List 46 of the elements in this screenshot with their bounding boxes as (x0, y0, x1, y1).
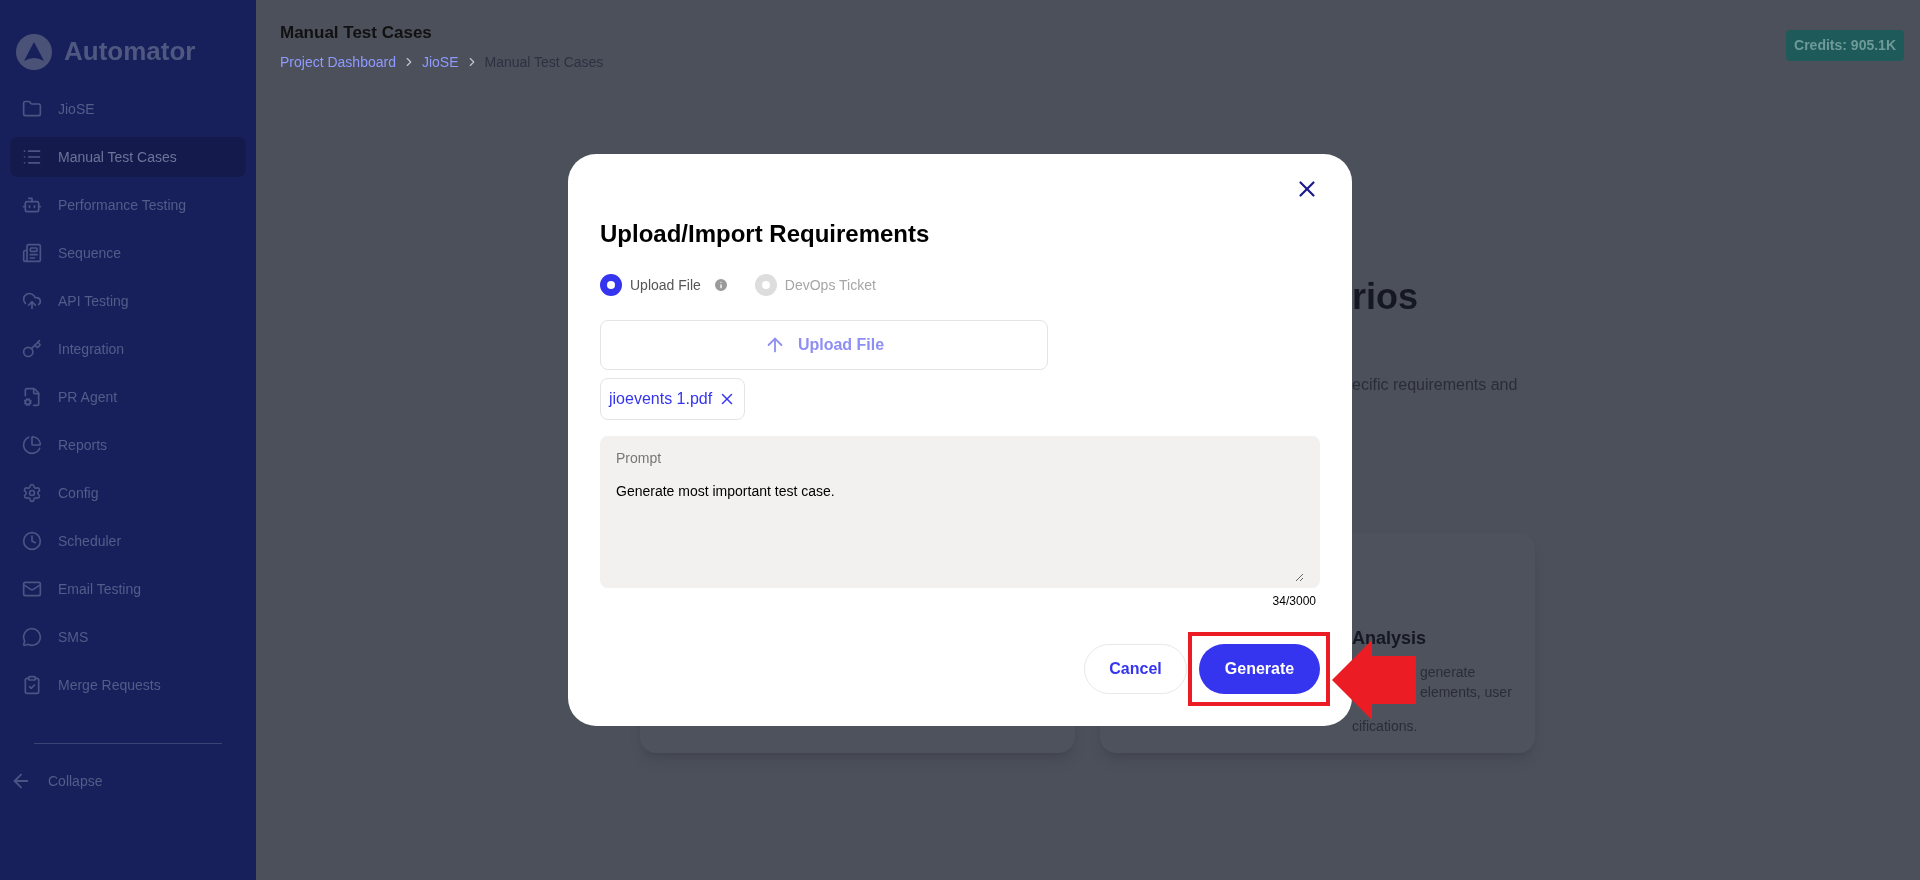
dialog-title: Upload/Import Requirements (600, 219, 931, 249)
menu-icon (22, 675, 42, 695)
card-title: Analysis (1352, 626, 1428, 650)
upload-button[interactable]: Upload File (600, 320, 1048, 370)
menu-icon (22, 579, 42, 599)
sidebar-item[interactable]: API Testing (10, 281, 246, 321)
sidebar-item[interactable]: Merge Requests (10, 665, 246, 705)
sidebar-item[interactable]: Sequence (10, 233, 246, 273)
sidebar-item[interactable]: Integration (10, 329, 246, 369)
sidebar-item[interactable]: JioSE (10, 89, 246, 129)
menu-icon (22, 99, 42, 119)
radio-button[interactable] (600, 274, 622, 296)
brand-name: Automator (64, 35, 196, 68)
menu-icon (22, 195, 42, 215)
sidebar-item[interactable]: SMS (10, 617, 246, 657)
cancel-button[interactable]: Cancel (1084, 644, 1187, 694)
menu-icon (22, 291, 42, 311)
collapse-button[interactable]: Collapse (10, 770, 246, 792)
sidebar-item[interactable]: Reports (10, 425, 246, 465)
breadcrumb-link[interactable]: Project Dashboard (280, 51, 396, 73)
menu-icon (22, 147, 42, 167)
credits-badge: Credits: 905.1K (1786, 30, 1904, 61)
info-icon (712, 277, 729, 293)
file-name: jioevents 1.pdf (609, 389, 713, 409)
menu-icon (22, 627, 42, 647)
logo-icon (16, 33, 52, 70)
radio-label: Upload File (630, 275, 701, 295)
menu-icon (22, 435, 42, 455)
character-counter: 34/3000 (1272, 593, 1316, 610)
menu-icon (22, 483, 42, 503)
prompt-field[interactable]: Prompt Generate most important test case. (600, 436, 1320, 588)
menu-icon (22, 339, 42, 359)
sidebar-item[interactable]: Config (10, 473, 246, 513)
page-title: Manual Test Cases (280, 22, 433, 44)
breadcrumb-link[interactable]: JioSE (421, 51, 459, 73)
sidebar-item[interactable]: PR Agent (10, 377, 246, 417)
menu-icon (22, 531, 42, 551)
generate-button[interactable]: Generate (1199, 644, 1320, 694)
radio-label: DevOps Ticket (784, 275, 876, 295)
menu-icon (22, 387, 42, 407)
section-heading: rios (1352, 278, 1420, 315)
sidebar-item[interactable]: Scheduler (10, 521, 246, 561)
sidebar-item[interactable]: Performance Testing (10, 185, 246, 225)
sidebar-item[interactable]: Manual Test Cases (10, 137, 246, 177)
menu-icon (22, 243, 42, 263)
sidebar-item[interactable]: Email Testing (10, 569, 246, 609)
